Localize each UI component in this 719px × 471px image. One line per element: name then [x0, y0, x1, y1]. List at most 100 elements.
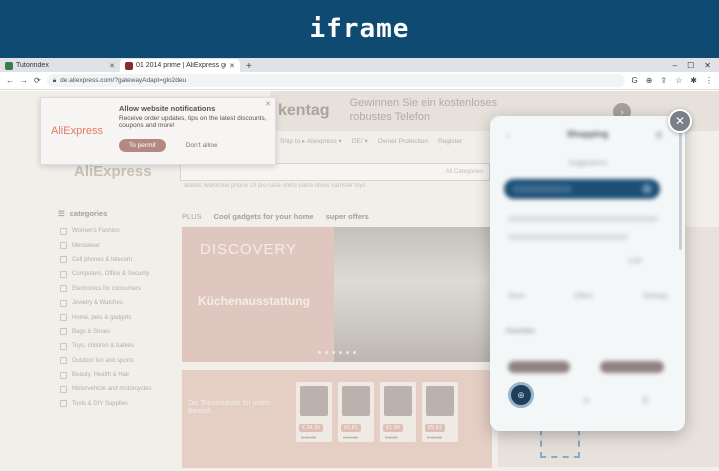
notification-popup: AliExpress Allow website notifications R…	[40, 97, 276, 165]
window-close-icon[interactable]: ✕	[704, 61, 711, 70]
deny-button[interactable]: Don't allow	[186, 142, 218, 149]
forward-icon[interactable]: →	[20, 76, 28, 85]
bookmark-star-icon[interactable]: ☆	[675, 76, 682, 85]
sidebar-item-bags[interactable]: Bags & Shoes	[58, 325, 176, 339]
categories-heading: ☰ categories	[58, 209, 176, 218]
modal-chip[interactable]	[508, 361, 570, 373]
product-card[interactable]: € 24.30 € 81.00	[296, 382, 332, 442]
browser-tab-strip: Tutorindex ✕ 01 2014 prime | AliExpress …	[0, 58, 719, 72]
modal-selected-pill[interactable]	[504, 179, 660, 199]
category-icon	[60, 357, 67, 365]
category-icon	[60, 285, 67, 293]
product-old-price: € 81.00	[301, 435, 317, 440]
product-card[interactable]: €6.81 € 14.32	[338, 382, 374, 442]
sidebar-item-label: Bags & Shoes	[72, 328, 111, 335]
hot-searches[interactable]: adidas Wardrobe phone 13 pro case shirts…	[184, 183, 484, 189]
address-bar[interactable]: 🔒︎ de.aliexpress.com/?gatewayAdapt=glo2d…	[46, 74, 626, 87]
sidebar-item-label: Outdoor fun and sports	[72, 357, 134, 364]
nav-register[interactable]: Register	[438, 138, 462, 145]
sidebar-item-label: Home, pets & gadgets	[72, 314, 132, 321]
menu-dots-icon[interactable]: ⋮	[705, 76, 713, 85]
menu-icon[interactable]: ☰	[642, 396, 649, 405]
aliexpress-logo[interactable]: AliExpress	[74, 163, 152, 180]
hero-subtitle: Küchenausstattung	[198, 294, 311, 308]
product-old-price: € 14.32	[343, 435, 359, 440]
google-icon[interactable]: G	[631, 76, 637, 85]
categories-heading-label: categories	[69, 209, 108, 218]
reload-icon[interactable]: ⟳	[34, 76, 41, 85]
tab-gadgets[interactable]: Cool gadgets for your home	[214, 212, 314, 221]
modal-caption: Suggestions	[568, 160, 607, 167]
floating-action-button[interactable]: ⊕	[508, 382, 534, 408]
extensions-icon[interactable]: ✱	[690, 76, 697, 85]
nav-ship-to[interactable]: Ship to ▸ Aliexpress ▾	[280, 137, 342, 145]
top-banner: iframe	[0, 0, 719, 58]
nav-protection[interactable]: Owner Protection	[378, 138, 428, 145]
category-icon	[60, 256, 67, 264]
tab-offers[interactable]: super offers	[326, 212, 369, 221]
pill-label	[512, 185, 572, 193]
modal-tab-store[interactable]: Store	[508, 293, 525, 300]
top-nav: Ship to ▸ Aliexpress ▾ DE/ ▾ Owner Prote…	[280, 135, 490, 147]
product-price: €9.61	[425, 424, 445, 432]
permit-button[interactable]: To permit	[119, 139, 166, 152]
notification-text: Receive order updates, tips on the lates…	[119, 115, 267, 129]
profile-icon[interactable]: ⊙	[583, 396, 590, 405]
deal-cards: € 24.30 € 81.00 €6.81 € 14.32 €1.99 € 3.86 …	[296, 382, 458, 442]
placeholder-line	[508, 234, 628, 240]
tab-close-icon[interactable]: ✕	[109, 62, 115, 70]
modal-section-title: Favorites	[506, 328, 535, 335]
product-card[interactable]: €9.61 € 18.32	[422, 382, 458, 442]
carousel-dots[interactable]	[318, 351, 356, 354]
product-card[interactable]: €1.99 € 3.86	[380, 382, 416, 442]
sidebar-item-motor[interactable]: Motorvehicle and motorcycles	[58, 382, 176, 396]
page-tabs: PLUS Cool gadgets for your home super of…	[182, 212, 369, 221]
sidebar-item-toys[interactable]: Toys, children & babies	[58, 339, 176, 353]
sidebar-item-label: Beauty, Health & Hair	[72, 372, 130, 379]
sidebar-item-label: Jewelry & Watches	[72, 300, 123, 307]
share-icon[interactable]: ⇪	[660, 76, 667, 85]
category-sidebar: ☰ categories Women's Fashion Menswear Ce…	[58, 209, 176, 411]
sidebar-item-men[interactable]: Menswear	[58, 238, 176, 252]
tab-label: Tutorindex	[16, 62, 49, 69]
minimize-icon[interactable]: –	[673, 61, 677, 70]
tab-close-icon[interactable]: ✕	[229, 62, 235, 70]
translate-icon[interactable]: ⊕	[646, 76, 653, 85]
hero-carousel[interactable]: DISCOVERY Küchenausstattung	[182, 227, 492, 362]
modal-chip[interactable]	[600, 361, 664, 373]
tab-plus[interactable]: PLUS	[182, 212, 202, 221]
new-tab-button[interactable]: +	[240, 61, 258, 72]
notification-close-icon[interactable]: ✕	[265, 100, 271, 108]
aliexpress-favicon-icon	[125, 61, 133, 70]
sidebar-item-electronics[interactable]: Electronics for consumers	[58, 282, 176, 296]
category-icon	[60, 400, 67, 408]
deals-banner[interactable]: Die Topverkäufer für jeden Bereich € 24.…	[182, 370, 492, 468]
promo-word: kentag	[278, 102, 330, 119]
browser-tab-2[interactable]: 01 2014 prime | AliExpress gente... ✕	[120, 59, 240, 72]
settings-gear-icon[interactable]: ⚙	[655, 130, 663, 141]
sidebar-item-home[interactable]: Home, pets & gadgets	[58, 310, 176, 324]
list-icon: ☰	[58, 209, 65, 218]
kitchen-image	[334, 227, 492, 362]
maximize-icon[interactable]: ☐	[687, 61, 694, 70]
modal-close-button[interactable]: ✕	[668, 109, 692, 133]
deals-text: Die Topverkäufer für jeden Bereich	[188, 400, 270, 416]
sidebar-item-tools[interactable]: Tools & DIY Supplies	[58, 397, 176, 411]
sidebar-item-beauty[interactable]: Beauty, Health & Hair	[58, 368, 176, 382]
back-icon[interactable]: ←	[6, 76, 14, 85]
modal-scrollbar[interactable]	[679, 130, 682, 250]
nav-language[interactable]: DE/ ▾	[352, 137, 368, 145]
sidebar-item-phones[interactable]: Cell phones & telecom	[58, 253, 176, 267]
sidebar-item-women[interactable]: Women's Fashion	[58, 224, 176, 238]
product-old-price: € 3.86	[385, 435, 398, 440]
toolbar-icons: G ⊕ ⇪ ☆ ✱ ⋮	[631, 76, 713, 85]
modal-tab-settings[interactable]: Settings	[643, 293, 668, 300]
browser-tab-1[interactable]: Tutorindex ✕	[0, 59, 120, 72]
sidebar-item-jewelry[interactable]: Jewelry & Watches	[58, 296, 176, 310]
window-controls: – ☐ ✕	[673, 61, 719, 70]
category-icon	[60, 227, 67, 235]
search-input[interactable]: All Categories	[180, 163, 490, 181]
sidebar-item-outdoor[interactable]: Outdoor fun and sports	[58, 354, 176, 368]
sidebar-item-computers[interactable]: Computers, Office & Security	[58, 267, 176, 281]
modal-tab-offers[interactable]: Offers	[574, 293, 593, 300]
